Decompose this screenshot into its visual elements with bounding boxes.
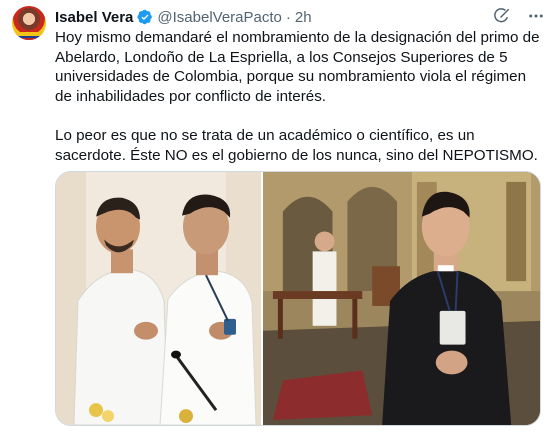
tweet-text: Hoy mismo demandaré el nombramiento de l… (55, 28, 547, 165)
tweet-paragraph: Lo peor es que no se trata de un académi… (55, 126, 538, 164)
author-handle[interactable]: @IsabelVeraPacto (157, 9, 281, 26)
tweet-paragraph: Hoy mismo demandaré el nombramiento de l… (55, 29, 540, 105)
photo-priest-with-pope (263, 172, 540, 425)
more-options-icon[interactable] (527, 7, 545, 25)
media-photo-left[interactable] (56, 172, 261, 425)
tweet-media[interactable] (55, 171, 541, 426)
author-name[interactable]: Isabel Vera (55, 9, 133, 26)
tweet-timestamp[interactable]: 2h (295, 9, 312, 26)
grok-icon[interactable] (493, 7, 511, 25)
separator-dot: · (285, 8, 291, 26)
author-avatar[interactable] (12, 6, 46, 40)
tweet-header: Isabel Vera @IsabelVeraPacto · 2h (55, 7, 545, 27)
photo-two-men-in-guayaberas (56, 172, 261, 425)
verified-badge-icon (137, 9, 153, 25)
media-photo-right[interactable] (263, 172, 540, 425)
